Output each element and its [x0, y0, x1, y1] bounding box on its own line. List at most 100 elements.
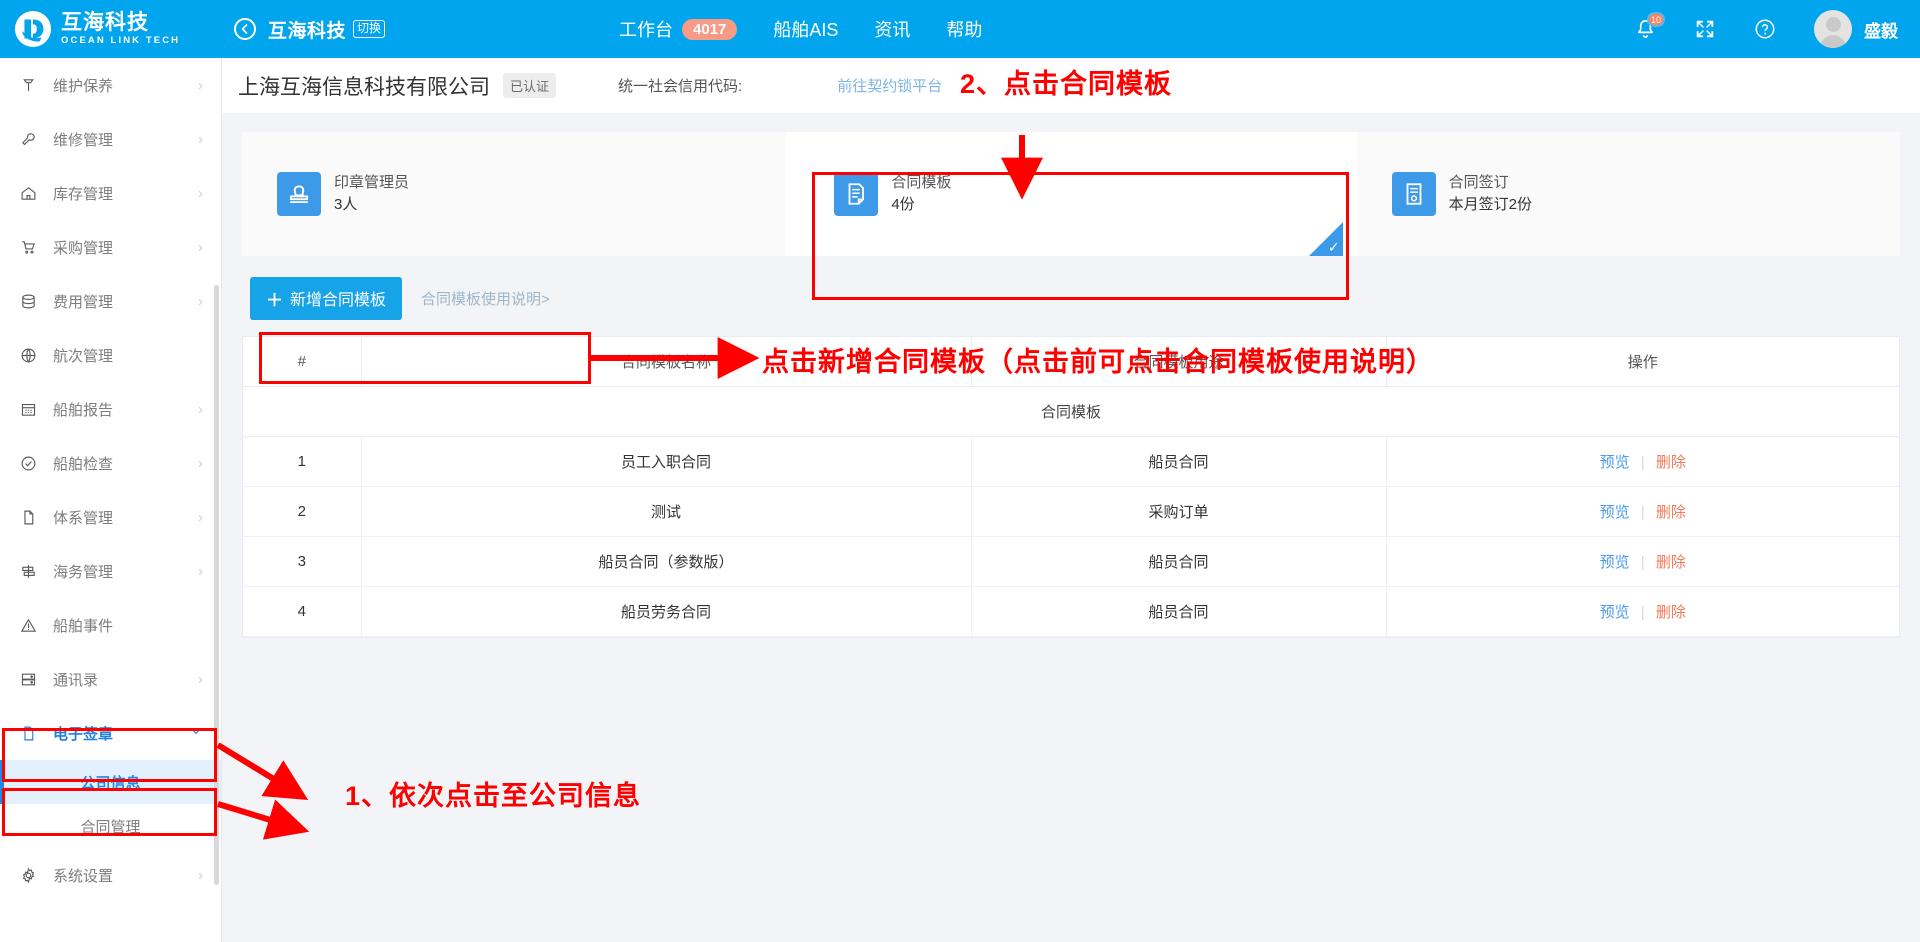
stat-card-value: 4份	[891, 196, 915, 213]
table: 合同模板 # 合同模板名称 合同模板用途 操作 1 员工入职合同 船员合同 预览…	[243, 337, 1899, 637]
sidebar-item-ship-report[interactable]: 船舶报告 ›	[0, 382, 221, 436]
sidebar-item-ship-event[interactable]: 船舶事件	[0, 598, 221, 652]
nav-item-ship-ais[interactable]: 船舶AIS	[773, 16, 838, 42]
chevron-right-icon: ›	[198, 292, 203, 310]
sidebar-subitem-contract-mgmt[interactable]: 合同管理	[0, 804, 221, 848]
wrench-hammer-icon	[17, 77, 39, 94]
sidebar-sublabel-contract-mgmt: 合同管理	[80, 818, 141, 836]
sidebar-item-system-mgmt[interactable]: 体系管理 ›	[0, 490, 221, 544]
sidebar-subitem-company-info[interactable]: 公司信息	[0, 760, 221, 804]
table-row[interactable]: 2 测试 采购订单 预览 | 删除	[243, 486, 1899, 537]
table-row[interactable]: 1 员工入职合同 船员合同 预览 | 删除	[243, 436, 1899, 487]
nav-label-workbench: 工作台	[619, 20, 674, 40]
calendar-icon	[17, 401, 39, 418]
table-caption: 合同模板	[243, 386, 1899, 437]
stat-card-contract-template[interactable]: 合同模板 4份 ✓	[799, 132, 1343, 256]
stat-card-value: 3人	[334, 196, 358, 213]
switch-company-badge[interactable]: 切换	[353, 20, 386, 38]
document-icon	[834, 172, 879, 216]
cell-index: 3	[243, 536, 362, 587]
nav-item-help[interactable]: 帮助	[946, 16, 982, 42]
sidebar-label-voyage: 航次管理	[53, 347, 114, 365]
sidebar-item-maintenance[interactable]: 维护保养 ›	[0, 58, 221, 112]
table-body: 1 员工入职合同 船员合同 预览 | 删除 2 测试 采购订单 预览 | 删除 …	[243, 436, 1899, 637]
stat-card-contract-signing[interactable]: 合同签订 本月签订2份	[1356, 132, 1900, 256]
back-and-company[interactable]: 互海科技 切换	[234, 16, 386, 43]
delete-link[interactable]: 删除	[1656, 554, 1686, 571]
bell-icon[interactable]: 10	[1630, 12, 1665, 44]
cell-actions: 预览 | 删除	[1386, 536, 1899, 587]
username-label[interactable]: 盛毅	[1864, 17, 1898, 42]
qiyuesuo-platform-link[interactable]: 前往契约锁平台	[837, 75, 942, 96]
current-company-name[interactable]: 互海科技	[268, 16, 346, 43]
preview-link[interactable]: 预览	[1600, 454, 1630, 471]
company-header-bar: 上海互海信息科技有限公司 已认证 统一社会信用代码: 前往契约锁平台	[222, 58, 1920, 114]
nav-item-workbench[interactable]: 工作台 4017	[619, 16, 738, 42]
preview-link[interactable]: 预览	[1600, 554, 1630, 571]
table-caption-row: 合同模板	[243, 386, 1899, 437]
cell-actions: 预览 | 删除	[1386, 586, 1899, 637]
chevron-right-icon: ›	[198, 562, 203, 580]
sidebar-item-ship-inspection[interactable]: 船舶检查 ›	[0, 436, 221, 490]
sidebar-label-ship-event: 船舶事件	[53, 617, 114, 635]
avatar[interactable]	[1814, 10, 1852, 48]
warning-icon	[17, 617, 39, 634]
action-separator: |	[1640, 454, 1645, 471]
sidebar-item-system-settings[interactable]: 系统设置 ›	[0, 848, 221, 902]
question-circle-icon[interactable]	[1750, 14, 1780, 44]
sidebar-label-inventory: 库存管理	[53, 185, 114, 203]
brand-logo-area[interactable]: 互海科技 OCEAN LINK TECH	[0, 10, 222, 48]
sidebar-label-contacts: 通讯录	[53, 671, 99, 689]
chevron-right-icon: ›	[198, 454, 203, 472]
stat-card-value: 本月签订2份	[1448, 196, 1532, 213]
content-area: 印章管理员 3人 合同模板 4份 ✓ 合同签订 本月签订2份 ＋ 新增合同模板 …	[222, 114, 1920, 942]
preview-link[interactable]: 预览	[1600, 604, 1630, 621]
sidebar-item-electronic-signature[interactable]: 电子签章	[0, 706, 221, 760]
back-arrow-icon[interactable]	[234, 18, 256, 40]
cell-name: 船员合同（参数版）	[361, 536, 972, 587]
sidebar-label-repair: 维修管理	[53, 131, 114, 149]
delete-link[interactable]: 删除	[1656, 504, 1686, 521]
delete-link[interactable]: 删除	[1656, 604, 1686, 621]
sidebar-label-ship-inspection: 船舶检查	[53, 455, 114, 473]
main-area: 上海互海信息科技有限公司 已认证 统一社会信用代码: 前往契约锁平台 印章管理员…	[222, 58, 1920, 942]
signpost-icon	[17, 563, 39, 580]
brand-name-en: OCEAN LINK TECH	[61, 35, 181, 47]
documents-icon	[17, 509, 39, 526]
sidebar-scrollbar[interactable]	[214, 285, 219, 885]
chevron-down-icon	[189, 724, 203, 742]
cell-use: 船员合同	[971, 436, 1387, 487]
sidebar-label-marine-affairs: 海务管理	[53, 563, 114, 581]
nav-item-news[interactable]: 资讯	[874, 16, 910, 42]
sidebar-label-expense: 费用管理	[53, 293, 114, 311]
cell-name: 员工入职合同	[361, 436, 972, 487]
chevron-right-icon: ›	[198, 670, 203, 688]
top-navigation: 工作台 4017 船舶AIS 资讯 帮助	[619, 16, 1018, 42]
app-root: 互海科技 OCEAN LINK TECH 互海科技 切换 工作台 4017 船舶…	[0, 0, 1920, 942]
chevron-right-icon: ›	[198, 400, 203, 418]
sidebar-item-contacts[interactable]: 通讯录 ›	[0, 652, 221, 706]
sidebar-item-voyage[interactable]: 航次管理	[0, 328, 221, 382]
sidebar-sublabel-company-info: 公司信息	[80, 774, 141, 792]
table-row[interactable]: 3 船员合同（参数版） 船员合同 预览 | 删除	[243, 536, 1899, 587]
sidebar-item-inventory[interactable]: 库存管理 ›	[0, 166, 221, 220]
stat-card-seal-admin[interactable]: 印章管理员 3人	[242, 132, 786, 256]
sidebar-item-expense[interactable]: 费用管理 ›	[0, 274, 221, 328]
column-header-action: 操作	[1386, 337, 1899, 387]
fullscreen-icon[interactable]	[1690, 14, 1720, 44]
cell-name: 船员劳务合同	[361, 586, 972, 637]
stat-card-text: 合同签订 本月签订2份	[1449, 172, 1532, 216]
stat-card-title: 印章管理员	[334, 174, 410, 192]
preview-link[interactable]: 预览	[1600, 504, 1630, 521]
workbench-count-badge: 4017	[682, 18, 738, 40]
template-usage-instructions-link[interactable]: 合同模板使用说明>	[421, 288, 550, 309]
table-head: # 合同模板名称 合同模板用途 操作	[243, 337, 1899, 387]
sidebar-item-marine-affairs[interactable]: 海务管理 ›	[0, 544, 221, 598]
table-row[interactable]: 4 船员劳务合同 船员合同 预览 | 删除	[243, 586, 1899, 637]
check-circle-icon	[17, 455, 39, 472]
add-contract-template-button[interactable]: ＋ 新增合同模板	[250, 276, 403, 320]
delete-link[interactable]: 删除	[1656, 454, 1686, 471]
sidebar-label-maintenance: 维护保养	[53, 77, 114, 95]
sidebar-item-repair[interactable]: 维修管理 ›	[0, 112, 221, 166]
sidebar-item-purchase[interactable]: 采购管理 ›	[0, 220, 221, 274]
